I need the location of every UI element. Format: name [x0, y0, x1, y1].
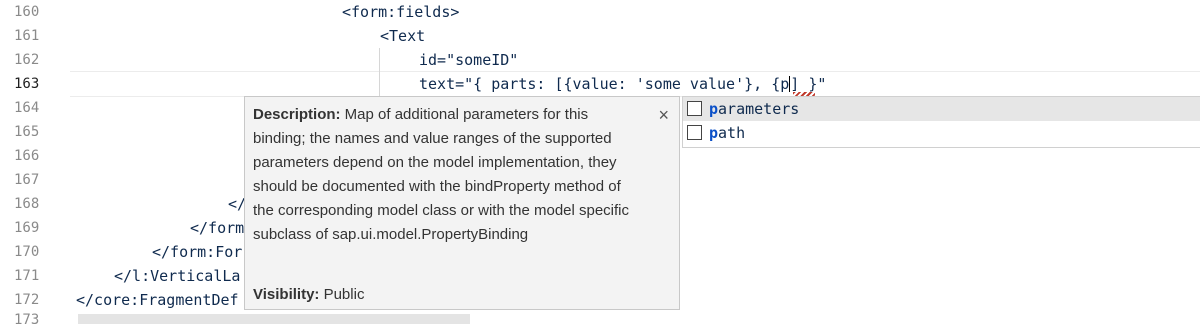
line-number: 171 [14, 268, 40, 284]
code-text-after-cursor: ] }" [790, 75, 827, 93]
property-icon [687, 101, 702, 116]
suggestion-match: p [709, 124, 719, 142]
visibility-label: Visibility: [253, 286, 320, 303]
property-icon [687, 125, 702, 140]
tooltip-visibility: Visibility: Public [253, 283, 364, 307]
line-number: 164 [14, 100, 40, 116]
code-line[interactable]: 161 <Text [0, 24, 1200, 48]
code-text[interactable]: <form:fields> [342, 0, 459, 24]
line-number: 169 [14, 220, 40, 236]
line-number: 166 [14, 148, 40, 164]
code-text[interactable]: </l:VerticalLa [114, 264, 240, 288]
code-line-current[interactable]: 163 text="{ parts: [{value: 'some value'… [0, 72, 1200, 96]
line-number: 163 [14, 76, 40, 92]
close-icon[interactable]: × [658, 103, 669, 127]
line-number: 162 [14, 52, 40, 68]
code-text[interactable]: <Text [380, 24, 425, 48]
visibility-value: Public [319, 286, 365, 303]
suggestion-label: parameters [709, 97, 799, 121]
line-number: 167 [14, 172, 40, 188]
horizontal-scrollbar[interactable] [78, 314, 470, 324]
line-number: 170 [14, 244, 40, 260]
code-text[interactable]: id="someID" [419, 48, 518, 72]
description-text: Map of additional parameters for this bi… [253, 106, 630, 243]
description-label: Description: [253, 106, 341, 123]
suggestion-rest: arameters [718, 100, 800, 118]
line-number: 160 [14, 4, 40, 20]
line-number: 173 [14, 312, 40, 328]
suggestion-item-path[interactable]: path [683, 121, 1200, 145]
tooltip-description: Description: Map of additional parameter… [253, 103, 639, 247]
line-number: 161 [14, 28, 40, 44]
code-line[interactable]: 162 id="someID" [0, 48, 1200, 72]
suggestion-label: path [709, 121, 745, 145]
line-number: 165 [14, 124, 40, 140]
suggestion-item-parameters[interactable]: parameters [683, 97, 1200, 121]
code-text[interactable]: </form:For [152, 240, 242, 264]
suggestion-match: p [709, 100, 719, 118]
code-text-before-cursor: text="{ parts: [{value: 'some value'}, {… [419, 75, 790, 93]
code-text[interactable]: </form [190, 216, 244, 240]
documentation-tooltip: Description: Map of additional parameter… [244, 96, 680, 310]
autocomplete-list[interactable]: parameters path [682, 96, 1200, 148]
suggestion-rest: ath [718, 124, 746, 142]
code-line[interactable]: 160 <form:fields> [0, 0, 1200, 24]
line-number: 168 [14, 196, 40, 212]
code-text[interactable]: text="{ parts: [{value: 'some value'}, {… [419, 72, 826, 96]
